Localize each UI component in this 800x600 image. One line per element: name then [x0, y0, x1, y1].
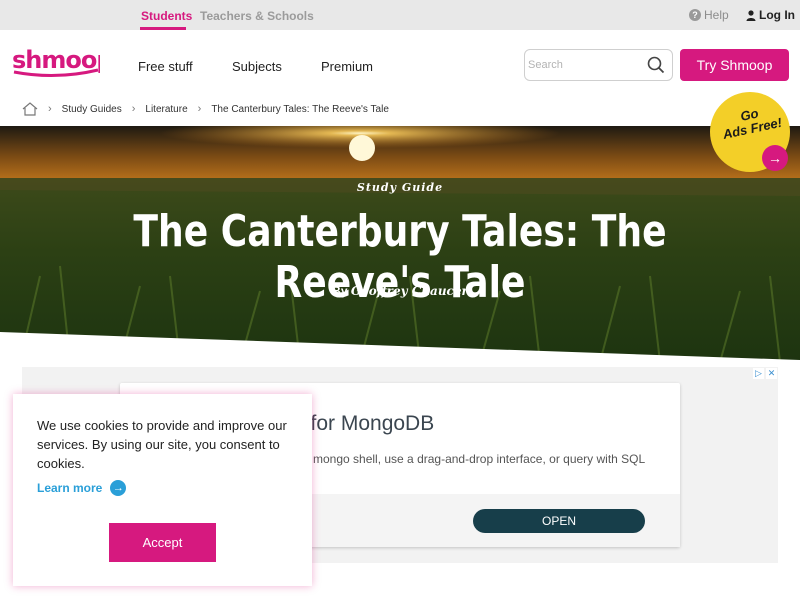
author-name[interactable]: Geoffrey Chaucer: [351, 284, 468, 298]
breadcrumb-literature[interactable]: Literature: [145, 104, 187, 115]
breadcrumb-current: The Canterbury Tales: The Reeve's Tale: [211, 103, 389, 115]
breadcrumb: › Study Guides › Literature › The Canter…: [22, 101, 389, 117]
help-label: Help: [704, 8, 729, 22]
tab-students[interactable]: Students: [141, 9, 192, 23]
chevron-right-icon: ›: [48, 103, 52, 115]
login-link[interactable]: Log In: [746, 8, 795, 22]
shmoop-logo[interactable]: shmoop: [12, 46, 114, 87]
top-utility-bar: [0, 0, 800, 30]
hero-author: By Geoffrey Chaucer: [0, 284, 800, 298]
nav-free-stuff[interactable]: Free stuff: [138, 59, 193, 74]
search-icon[interactable]: [647, 56, 665, 74]
user-icon: [746, 9, 756, 21]
accept-cookies-button[interactable]: Accept: [109, 523, 216, 562]
chevron-right-icon: ›: [197, 103, 202, 115]
breadcrumb-study-guides[interactable]: Study Guides: [62, 104, 122, 115]
shmoop-logo-mark: shmoop: [12, 46, 114, 78]
nav-premium[interactable]: Premium: [321, 59, 373, 74]
search-input[interactable]: [528, 57, 638, 73]
help-icon: ?: [689, 9, 701, 21]
ad-choices[interactable]: ▷ ✕: [753, 368, 777, 379]
nav-subjects[interactable]: Subjects: [232, 59, 282, 74]
arrow-right-icon[interactable]: →: [762, 145, 788, 171]
tab-teachers-schools[interactable]: Teachers & Schools: [200, 9, 314, 23]
home-icon[interactable]: [22, 102, 38, 116]
hero-label: Study Guide: [356, 181, 444, 194]
chevron-right-icon: ›: [131, 103, 136, 115]
learn-more-link[interactable]: Learn more →: [37, 480, 127, 496]
ad-description: mongo shell, use a drag-and-drop interfa…: [313, 452, 646, 466]
cookie-message: We use cookies to provide and improve ou…: [37, 418, 287, 471]
help-link[interactable]: ? Help: [689, 8, 729, 22]
ad-open-button[interactable]: OPEN: [473, 509, 645, 533]
author-prefix: By: [332, 284, 348, 298]
close-icon[interactable]: ✕: [766, 368, 777, 379]
learn-more-label: Learn more: [37, 481, 103, 495]
active-tab-indicator: [140, 27, 186, 30]
arrow-right-icon: →: [110, 480, 127, 496]
ad-title[interactable]: l for MongoDB: [300, 412, 434, 436]
ad-choices-icon[interactable]: ▷: [753, 368, 764, 379]
try-shmoop-button[interactable]: Try Shmoop: [680, 49, 789, 81]
logo-text: shmoop: [12, 46, 100, 74]
login-label: Log In: [759, 8, 795, 22]
